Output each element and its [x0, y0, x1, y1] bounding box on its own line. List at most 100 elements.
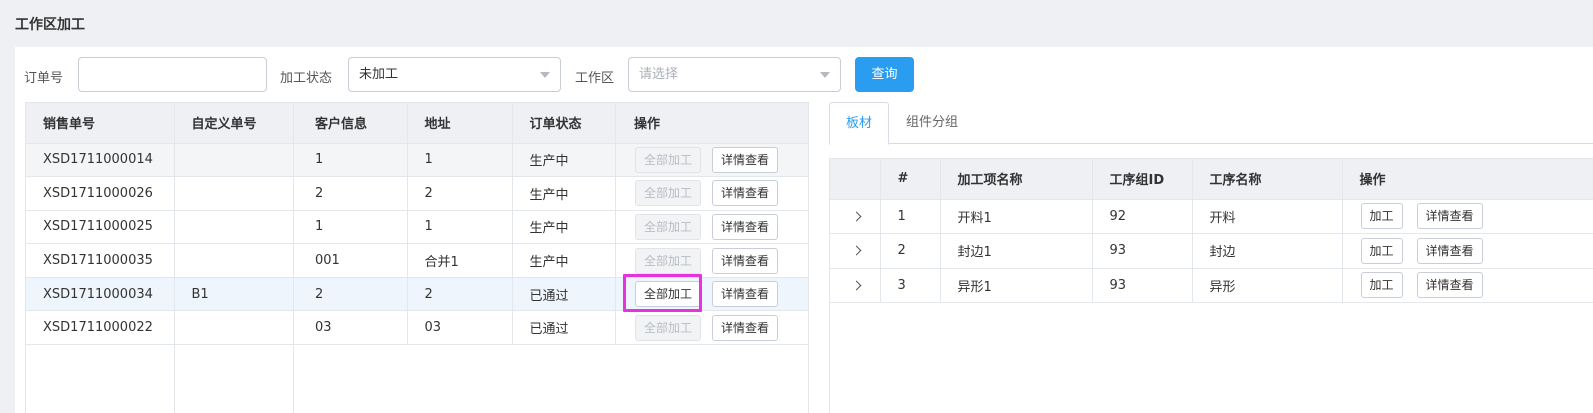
custom-no-cell	[174, 310, 294, 345]
status-label: 加工状态	[280, 71, 333, 86]
item-name-cell: 封边1	[940, 233, 1093, 268]
view-details-button[interactable]: 详情查看	[712, 281, 779, 308]
col-sale-no: 销售单号	[26, 103, 175, 143]
address-cell: 1	[407, 209, 513, 244]
col-process-name: 工序名称	[1192, 159, 1343, 199]
group-id-cell: 93	[1092, 233, 1193, 268]
page-title: 工作区加工	[15, 17, 85, 33]
custom-no-cell	[174, 176, 294, 211]
view-details-button[interactable]: 详情查看	[1416, 203, 1483, 230]
actions-cell: 全部加工 详情查看	[617, 209, 808, 244]
col-index: #	[880, 159, 941, 199]
process-all-button: 全部加工	[635, 180, 702, 207]
process-all-button[interactable]: 全部加工	[635, 281, 702, 308]
chevron-down-icon	[540, 72, 550, 78]
table-row[interactable]: XSD1711000034 B1 2 2 已通过 全部加工 详情查看	[26, 276, 808, 311]
address-cell: 03	[407, 310, 513, 345]
col-item-name: 加工项名称	[940, 159, 1093, 199]
customer-cell: 03	[298, 310, 408, 345]
actions-cell: 加工 详情查看	[1342, 198, 1593, 234]
process-name-cell: 异形	[1192, 267, 1343, 303]
chevron-right-icon[interactable]	[851, 280, 862, 291]
col-actions: 操作	[617, 103, 808, 143]
workspace-select[interactable]: 请选择	[628, 57, 841, 92]
order-no-label: 订单号	[24, 71, 64, 86]
col-address: 地址	[407, 103, 513, 143]
workspace-select-placeholder: 请选择	[639, 67, 679, 82]
workspace-label: 工作区	[575, 71, 615, 86]
process-name-cell: 封边	[1192, 233, 1343, 268]
custom-no-cell: B1	[174, 276, 294, 311]
customer-cell: 2	[298, 276, 408, 311]
process-name-cell: 开料	[1192, 198, 1343, 234]
custom-no-cell	[174, 142, 294, 177]
order-no-input[interactable]	[78, 57, 267, 92]
table-row[interactable]: XSD1711000035 001 合并1 生产中 全部加工 详情查看	[26, 243, 808, 278]
col-custom-no: 自定义单号	[174, 103, 294, 143]
orders-table: 销售单号 自定义单号 客户信息 地址 订单状态 操作 XSD1711000014…	[25, 102, 809, 413]
view-details-button[interactable]: 详情查看	[712, 213, 779, 240]
table-row[interactable]: 2 封边1 93 封边 加工 详情查看	[830, 233, 1593, 268]
table-row[interactable]: 3 异形1 93 异形 加工 详情查看	[830, 267, 1593, 303]
view-details-button[interactable]: 详情查看	[1416, 272, 1483, 299]
view-details-button[interactable]: 详情查看	[712, 247, 779, 274]
table-row[interactable]: 1 开料1 92 开料 加工 详情查看	[830, 198, 1593, 234]
col-customer: 客户信息	[298, 103, 408, 143]
view-details-button[interactable]: 详情查看	[1416, 237, 1483, 264]
process-button[interactable]: 加工	[1360, 203, 1403, 230]
expand-cell[interactable]	[830, 198, 881, 234]
process-all-button: 全部加工	[635, 314, 702, 341]
customer-cell: 1	[298, 142, 408, 177]
view-details-button[interactable]: 详情查看	[712, 146, 779, 173]
status-select[interactable]: 未加工	[348, 57, 561, 92]
actions-cell: 全部加工 详情查看	[617, 176, 808, 211]
address-cell: 2	[407, 176, 513, 211]
sale-no-cell: XSD1711000034	[26, 276, 175, 311]
process-button[interactable]: 加工	[1360, 272, 1403, 299]
process-items-table: # 加工项名称 工序组ID 工序名称 操作 1 开料1 92 开料 加工 详情查…	[829, 158, 1593, 413]
view-details-button[interactable]: 详情查看	[712, 314, 779, 341]
process-all-button: 全部加工	[635, 146, 702, 173]
chevron-down-icon	[820, 72, 830, 78]
address-cell: 1	[407, 142, 513, 177]
tab-sheet[interactable]: 板材	[829, 102, 889, 145]
item-name-cell: 异形1	[940, 267, 1093, 303]
custom-no-cell	[174, 209, 294, 244]
col-expand	[830, 159, 881, 199]
expand-cell[interactable]	[830, 267, 881, 303]
actions-cell: 全部加工 详情查看	[617, 276, 808, 311]
address-cell: 合并1	[407, 243, 513, 278]
sale-no-cell: XSD1711000014	[26, 142, 175, 177]
index-cell: 2	[880, 233, 941, 268]
status-cell: 已通过	[512, 276, 616, 311]
table-row[interactable]: XSD1711000025 1 1 生产中 全部加工 详情查看	[26, 209, 808, 244]
actions-cell: 加工 详情查看	[1342, 267, 1593, 303]
status-cell: 生产中	[512, 176, 616, 211]
actions-cell: 全部加工 详情查看	[617, 310, 808, 345]
col-status: 订单状态	[512, 103, 616, 143]
process-all-button: 全部加工	[635, 213, 702, 240]
col-group-id: 工序组ID	[1092, 159, 1193, 199]
table-row[interactable]: XSD1711000022 03 03 已通过 全部加工 详情查看	[26, 310, 808, 345]
actions-cell: 全部加工 详情查看	[617, 243, 808, 278]
status-select-value: 未加工	[359, 67, 399, 82]
query-button[interactable]: 查询	[855, 57, 914, 92]
chevron-right-icon[interactable]	[851, 245, 862, 256]
table-row[interactable]: XSD1711000014 1 1 生产中 全部加工 详情查看	[26, 142, 808, 177]
tab-component-group[interactable]: 组件分组	[906, 102, 958, 144]
actions-cell: 全部加工 详情查看	[617, 142, 808, 177]
customer-cell: 2	[298, 176, 408, 211]
detail-panel: 板材 组件分组 # 加工项名称 工序组ID 工序名称 操作 1 开料1 92 开…	[829, 102, 1593, 413]
table-row[interactable]: XSD1711000026 2 2 生产中 全部加工 详情查看	[26, 176, 808, 211]
customer-cell: 001	[298, 243, 408, 278]
status-cell: 生产中	[512, 142, 616, 177]
chevron-right-icon[interactable]	[851, 211, 862, 222]
detail-tabs: 板材 组件分组	[829, 102, 1593, 145]
view-details-button[interactable]: 详情查看	[712, 180, 779, 207]
index-cell: 1	[880, 198, 941, 234]
process-button[interactable]: 加工	[1360, 237, 1403, 264]
sale-no-cell: XSD1711000025	[26, 209, 175, 244]
expand-cell[interactable]	[830, 233, 881, 268]
item-name-cell: 开料1	[940, 198, 1093, 234]
customer-cell: 1	[298, 209, 408, 244]
